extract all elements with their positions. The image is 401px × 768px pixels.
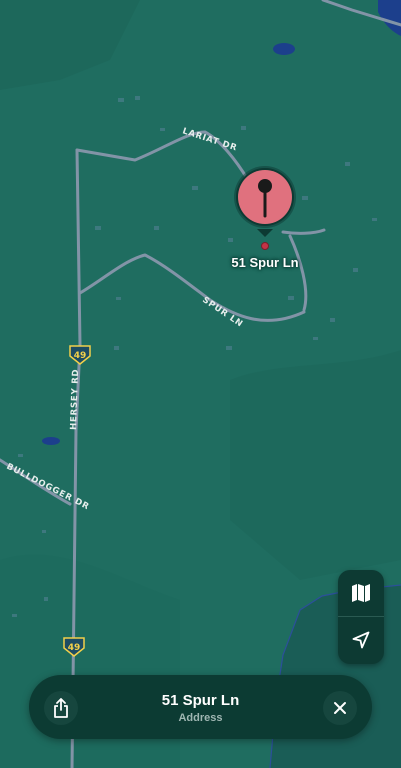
road-label-hersey: HERSEY RD	[69, 368, 81, 430]
pond	[42, 437, 60, 445]
place-subtitle: Address	[178, 712, 223, 724]
place-title: 51 Spur Ln	[161, 692, 240, 709]
svg-text:49: 49	[68, 643, 81, 653]
location-button[interactable]	[338, 617, 384, 663]
pin-label: 51 Spur Ln	[231, 255, 299, 270]
map-mode-button[interactable]	[338, 570, 384, 616]
share-button[interactable]	[44, 691, 78, 725]
pond	[273, 43, 295, 55]
place-card[interactable]: 51 Spur Ln Address	[29, 675, 372, 739]
map-controls	[338, 570, 384, 664]
map-icon	[352, 584, 370, 602]
svg-text:49: 49	[74, 351, 87, 361]
close-icon	[334, 702, 346, 714]
share-icon	[54, 698, 68, 718]
location-arrow-icon	[352, 631, 370, 649]
close-button[interactable]	[323, 691, 357, 725]
